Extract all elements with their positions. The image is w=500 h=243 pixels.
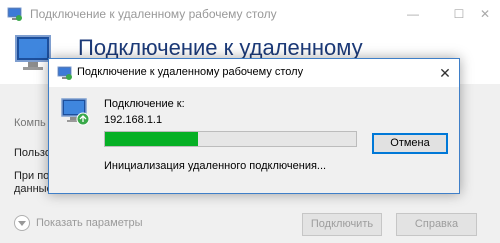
remote-desktop-icon [61,98,90,126]
connection-progress-dialog: Подключение к удаленному рабочему столу … [48,58,460,194]
close-icon[interactable]: ✕ [431,59,459,87]
main-window-title: Подключение к удаленному рабочему столу [30,7,277,21]
main-body: Компь Пользо При по данные [0,84,53,200]
connect-button[interactable]: Подключить [302,213,382,236]
connecting-host: 192.168.1.1 [104,114,163,126]
close-icon[interactable]: ✕ [480,0,500,29]
main-titlebar: Подключение к удаленному рабочему столу … [0,0,500,29]
user-label: Пользо [14,147,51,159]
remote-desktop-icon [7,7,22,21]
dialog-title: Подключение к удаленному рабочему столу [77,66,304,78]
main-bottom-bar: Показать параметры Подключить Справка [0,200,500,243]
minimize-icon[interactable]: — [390,0,436,29]
connecting-to-label: Подключение к: [104,98,185,110]
help-button[interactable]: Справка [396,213,477,236]
maximize-icon[interactable]: ☐ [436,0,482,29]
info-label-line1: При по [14,170,50,182]
show-options-toggle[interactable]: Показать параметры [14,215,143,231]
computer-label: Компь [14,117,46,129]
dialog-titlebar: Подключение к удаленному рабочему столу … [49,59,459,87]
remote-desktop-icon [57,66,72,80]
chevron-down-icon [14,215,30,231]
cancel-button[interactable]: Отмена [372,133,448,154]
show-options-label: Показать параметры [36,217,143,229]
progress-fill [105,132,198,146]
connection-progress-bar [104,131,357,147]
info-label-line2: данные [14,183,53,195]
status-text: Инициализация удаленного подключения... [104,160,327,172]
